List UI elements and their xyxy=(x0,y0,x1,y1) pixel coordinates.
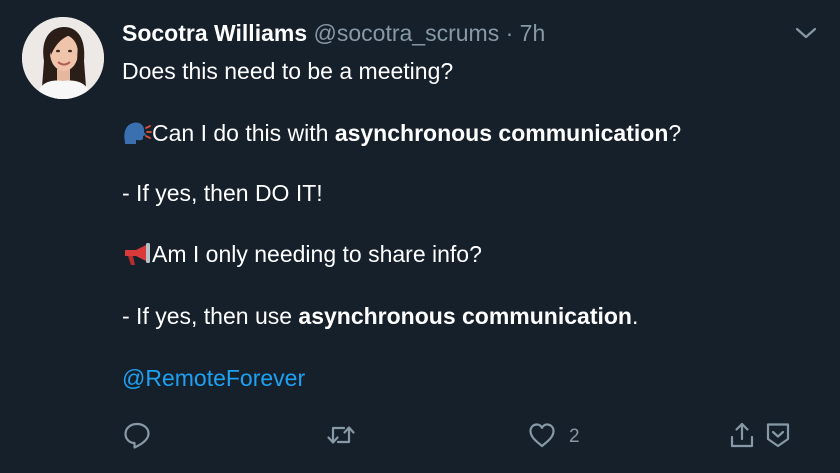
text-line-use-async: - If yes, then use asynchronous communic… xyxy=(122,303,639,329)
retweet-icon xyxy=(325,420,357,455)
reply-icon xyxy=(122,420,152,455)
reply-button[interactable] xyxy=(122,421,152,453)
like-button[interactable]: 2 xyxy=(527,421,580,453)
share-button[interactable] xyxy=(728,421,756,453)
user-handle[interactable]: @socotra_scrums xyxy=(314,20,500,46)
save-button[interactable] xyxy=(763,421,793,453)
separator-dot: · xyxy=(505,20,514,46)
megaphone-emoji xyxy=(122,241,152,267)
text-line-async: Can I do this with asynchronous communic… xyxy=(122,117,681,149)
mention-link[interactable]: @RemoteForever xyxy=(122,365,305,391)
text-line-question: Does this need to be a meeting? xyxy=(122,58,454,84)
timestamp[interactable]: 7h xyxy=(520,20,546,46)
tweet-card[interactable]: Socotra Williams @socotra_scrums · 7h Do… xyxy=(0,0,840,473)
heart-icon xyxy=(527,420,557,455)
speaking-head-emoji xyxy=(122,120,152,146)
share-icon xyxy=(728,420,756,455)
mention-line: @RemoteForever xyxy=(122,362,305,394)
chevron-down-icon[interactable] xyxy=(793,22,819,44)
display-name[interactable]: Socotra Williams xyxy=(122,20,307,46)
avatar[interactable] xyxy=(22,17,104,99)
like-count: 2 xyxy=(569,426,580,447)
text-line-share-info: Am I only needing to share info? xyxy=(122,238,482,270)
retweet-button[interactable] xyxy=(325,421,357,453)
text-line-yes-do-it: - If yes, then DO IT! xyxy=(122,180,323,206)
save-icon xyxy=(763,420,793,455)
tweet-header: Socotra Williams @socotra_scrums · 7h xyxy=(122,18,545,48)
